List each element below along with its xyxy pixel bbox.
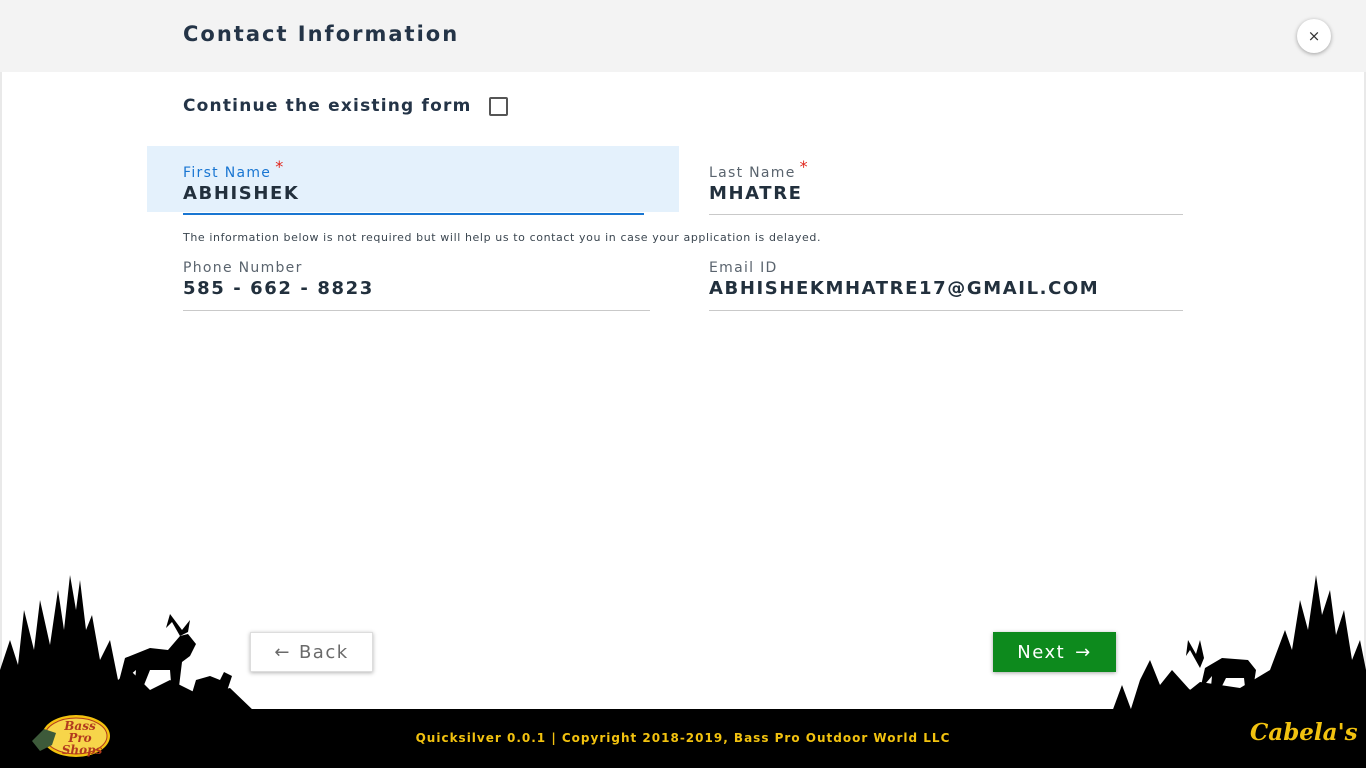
next-button[interactable]: Next →	[993, 632, 1116, 672]
arrow-right-icon: →	[1075, 641, 1092, 663]
first-name-underline	[183, 213, 644, 215]
copyright-text: Quicksilver 0.0.1 | Copyright 2018-2019,…	[415, 731, 951, 745]
next-button-label: Next	[1017, 641, 1066, 663]
first-name-label: First Name	[183, 165, 272, 181]
email-label: Email ID	[709, 260, 778, 276]
phone-input[interactable]: 585 - 662 - 8823	[183, 278, 650, 299]
forest-silhouette	[0, 575, 1366, 712]
last-name-label: Last Name	[709, 165, 796, 181]
page-title: Contact Information	[183, 22, 460, 46]
phone-underline	[183, 310, 650, 311]
continue-form-row: Continue the existing form	[183, 96, 508, 116]
first-name-input[interactable]: ABHISHEK	[183, 183, 644, 204]
email-input[interactable]: ABHISHEKMHATRE17@GMAIL.COM	[709, 278, 1183, 299]
back-button-label: Back	[298, 641, 349, 663]
arrow-left-icon: ←	[274, 641, 291, 663]
phone-field[interactable]: Phone Number 585 - 662 - 8823	[183, 260, 650, 311]
continue-form-label: Continue the existing form	[183, 96, 472, 116]
close-icon: ×	[1307, 27, 1321, 45]
required-marker: *	[275, 157, 285, 176]
required-marker: *	[799, 157, 809, 176]
footer: Bass Pro Shops Quicksilver 0.0.1 | Copyr…	[0, 709, 1366, 768]
last-name-field[interactable]: Last Name * MHATRE	[709, 157, 1183, 215]
optional-info-note: The information below is not required bu…	[183, 231, 822, 244]
last-name-input[interactable]: MHATRE	[709, 183, 1183, 204]
phone-label: Phone Number	[183, 260, 303, 276]
continue-form-checkbox[interactable]	[488, 96, 508, 116]
back-button[interactable]: ← Back	[250, 632, 373, 672]
last-name-underline	[709, 214, 1183, 215]
close-button[interactable]: ×	[1297, 19, 1331, 53]
header-bar: Contact Information ×	[0, 0, 1366, 72]
svg-text:Shops: Shops	[62, 743, 103, 757]
first-name-field[interactable]: First Name * ABHISHEK	[183, 157, 644, 215]
email-field[interactable]: Email ID ABHISHEKMHATRE17@GMAIL.COM	[709, 260, 1183, 311]
cabelas-logo: Cabela's	[1250, 719, 1358, 746]
email-underline	[709, 310, 1183, 311]
